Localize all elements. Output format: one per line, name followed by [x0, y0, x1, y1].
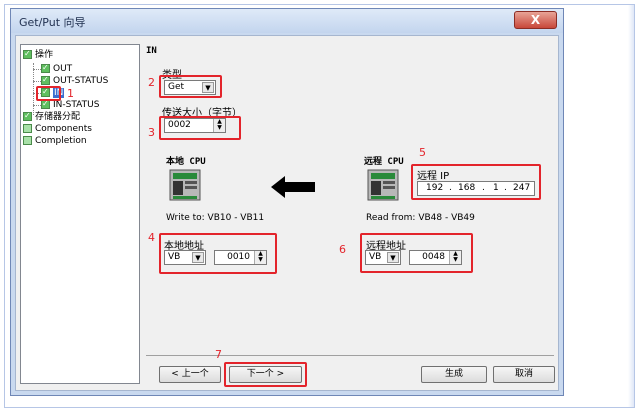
arrow-left-icon: [271, 176, 315, 198]
checkbox-icon: [23, 136, 32, 145]
annotation-box-4: [159, 233, 277, 274]
checkbox-icon: [41, 98, 50, 110]
annotation-box-5: [411, 164, 541, 200]
tree-line: [33, 63, 34, 115]
remote-cpu-heading: 远程 CPU: [364, 157, 404, 167]
frame-shadow: [628, 5, 634, 407]
tree-line: [33, 69, 41, 70]
local-cpu-heading: 本地 CPU: [166, 157, 206, 167]
annotation-number-7: 7: [215, 348, 222, 361]
tree-item-completion[interactable]: Completion: [23, 135, 87, 147]
annotation-number-5: 5: [419, 146, 426, 159]
annotation-box-7: [224, 362, 307, 387]
tree-line: [33, 81, 41, 82]
checkbox-icon: [23, 48, 32, 60]
remote-cpu-icon: [367, 169, 399, 201]
annotation-number-2: 2: [148, 76, 155, 89]
local-cpu-icon: [169, 169, 201, 201]
wizard-client-area: 操作 OUT OUT-STATUS IN IN-STATUS 存储器分配 Com…: [15, 35, 559, 391]
panel-title: IN: [146, 46, 157, 56]
annotation-box-3: [159, 116, 241, 140]
close-button[interactable]: X: [514, 11, 557, 29]
step-tree: 操作 OUT OUT-STATUS IN IN-STATUS 存储器分配 Com…: [20, 44, 140, 384]
annotation-number-6: 6: [339, 243, 346, 256]
window-title: Get/Put 向导: [19, 16, 86, 29]
title-bar: Get/Put 向导 X: [11, 9, 563, 33]
cancel-button[interactable]: 取消: [493, 366, 555, 383]
wizard-window: Get/Put 向导 X 操作 OUT OUT-STATUS IN IN-ST: [10, 8, 564, 396]
checkbox-icon: [23, 110, 32, 122]
tree-item-components[interactable]: Components: [23, 123, 92, 135]
annotation-box-1: [36, 86, 61, 101]
prev-button[interactable]: < 上一个: [159, 366, 221, 383]
checkbox-icon: [23, 124, 32, 133]
tree-item-memory[interactable]: 存储器分配: [23, 110, 80, 123]
annotation-number-3: 3: [148, 126, 155, 139]
button-divider: [146, 355, 554, 356]
annotation-box-2: [159, 75, 222, 98]
tree-line: [33, 105, 41, 106]
checkbox-icon: [41, 62, 50, 74]
checkbox-icon: [41, 74, 50, 86]
tree-item-operations[interactable]: 操作: [23, 48, 53, 61]
annotation-number-4: 4: [148, 231, 155, 244]
generate-button[interactable]: 生成: [421, 366, 487, 383]
annotation-box-6: [360, 233, 473, 273]
local-write-range: Write to: VB10 - VB11: [166, 213, 265, 223]
remote-read-range: Read from: VB48 - VB49: [366, 213, 475, 223]
annotation-number-1: 1: [67, 87, 74, 100]
